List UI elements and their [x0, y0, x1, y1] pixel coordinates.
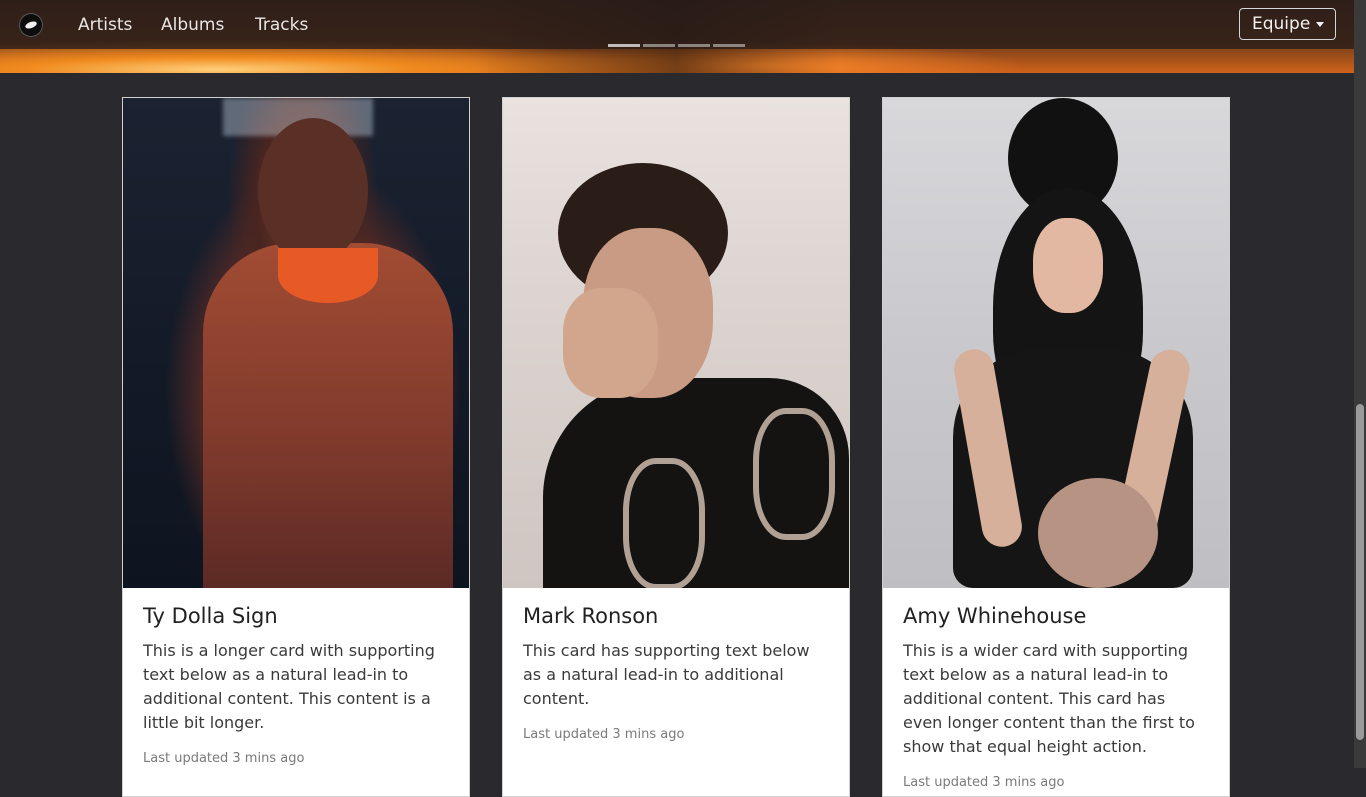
- head-shape: [258, 118, 368, 263]
- card-body: Ty Dolla Sign This is a longer card with…: [143, 603, 449, 766]
- carousel-indicator[interactable]: [643, 44, 675, 47]
- nav-link-tracks[interactable]: Tracks: [255, 14, 308, 36]
- card-text: This card has supporting text below as a…: [523, 641, 810, 708]
- card-text: This is a longer card with supporting te…: [143, 641, 435, 732]
- card-title: Mark Ronson: [523, 604, 659, 628]
- embroidery-pattern: [753, 408, 835, 540]
- carousel-indicator[interactable]: [713, 44, 745, 47]
- carousel-indicator[interactable]: [678, 44, 710, 47]
- artist-card-amy-whinehouse[interactable]: Amy Whinehouse This is a wider card with…: [882, 97, 1230, 797]
- card-updated: Last updated 3 mins ago: [903, 775, 1065, 790]
- artist-card-ty-dolla-sign[interactable]: Ty Dolla Sign This is a longer card with…: [122, 97, 470, 797]
- carousel-indicators: [608, 44, 745, 47]
- navbar: Artists Albums Tracks Equipe: [0, 0, 1354, 49]
- card-updated: Last updated 3 mins ago: [143, 751, 305, 766]
- vinyl-logo-icon[interactable]: [19, 13, 43, 37]
- artist-photo: [503, 98, 849, 588]
- artist-photo: [123, 98, 469, 588]
- caret-down-icon: [1316, 22, 1324, 27]
- bandana-shape: [278, 248, 378, 303]
- card-title: Ty Dolla Sign: [143, 604, 278, 628]
- nav-link-albums[interactable]: Albums: [161, 14, 224, 36]
- card-body: Mark Ronson This card has supporting tex…: [523, 603, 829, 742]
- embroidery-pattern: [623, 458, 705, 588]
- hand-shape: [563, 288, 658, 398]
- card-text: This is a wider card with supporting tex…: [903, 641, 1195, 756]
- card-title: Amy Whinehouse: [903, 604, 1087, 628]
- artist-card-mark-ronson[interactable]: Mark Ronson This card has supporting tex…: [502, 97, 850, 797]
- face-shape: [1033, 218, 1103, 313]
- leg-shape: [1038, 478, 1158, 588]
- page-scrollbar[interactable]: [1354, 0, 1366, 768]
- dropdown-label: Equipe: [1252, 14, 1311, 34]
- card-body: Amy Whinehouse This is a wider card with…: [903, 603, 1209, 790]
- nav-link-artists[interactable]: Artists: [78, 14, 132, 36]
- carousel-indicator[interactable]: [608, 44, 640, 47]
- scrollbar-thumb[interactable]: [1356, 404, 1364, 740]
- equipe-dropdown[interactable]: Equipe: [1239, 8, 1336, 40]
- artist-photo: [883, 98, 1229, 588]
- card-updated: Last updated 3 mins ago: [523, 727, 685, 742]
